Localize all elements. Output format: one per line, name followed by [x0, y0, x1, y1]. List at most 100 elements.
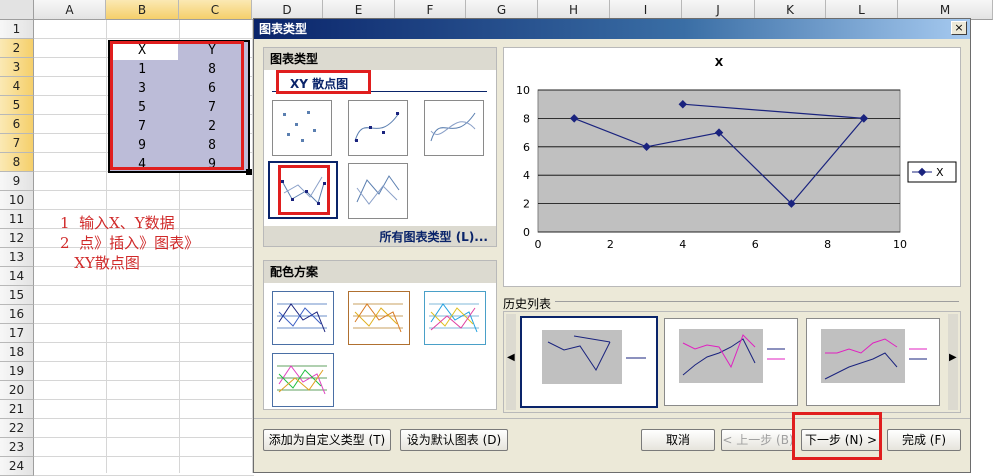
cell[interactable]: 7: [178, 98, 246, 117]
column-header-m[interactable]: M: [898, 0, 993, 20]
column-header-l[interactable]: L: [826, 0, 898, 20]
history-item-3[interactable]: [806, 318, 940, 406]
scatter-smooth-lines-icon[interactable]: [424, 100, 484, 156]
cell[interactable]: 8: [178, 136, 246, 155]
cell[interactable]: 6: [178, 79, 246, 98]
cell[interactable]: X: [108, 41, 176, 60]
cell[interactable]: 3: [108, 79, 176, 98]
cell[interactable]: 2: [178, 117, 246, 136]
cell[interactable]: 4: [108, 155, 176, 174]
grid-line-row: [34, 456, 254, 457]
x-tick-label: 10: [893, 238, 907, 251]
note-line-2: 2 点》插入》图表》: [60, 234, 200, 252]
row-header-17[interactable]: 17: [0, 324, 34, 343]
history-scroll-left[interactable]: ◀: [506, 314, 516, 410]
column-header-j[interactable]: J: [682, 0, 755, 20]
chart-preview: 0 2 4 6 8 10 0 2 4 6 8 10 X X: [516, 56, 957, 251]
chart-preview-panel: 0 2 4 6 8 10 0 2 4 6 8 10 X X: [503, 47, 961, 287]
column-header-e[interactable]: E: [323, 0, 395, 20]
select-all-corner[interactable]: [0, 0, 34, 20]
row-header-20[interactable]: 20: [0, 381, 34, 400]
cancel-button[interactable]: 取消: [641, 429, 715, 451]
scatter-lines-icon[interactable]: [348, 163, 408, 219]
row-header-16[interactable]: 16: [0, 305, 34, 324]
cell[interactable]: 1: [108, 60, 176, 79]
history-label: 历史列表: [503, 297, 552, 311]
row-header-24[interactable]: 24: [0, 457, 34, 476]
color-scheme-blue-icon[interactable]: [272, 291, 334, 345]
x-tick-label: 6: [752, 238, 759, 251]
all-chart-types-link[interactable]: 所有图表类型 (L)...: [380, 228, 488, 245]
column-header-i[interactable]: I: [610, 0, 682, 20]
scatter-small-icon: ⁝: [275, 76, 279, 87]
close-icon[interactable]: ×: [951, 21, 967, 35]
color-scheme-multi-icon[interactable]: [272, 353, 334, 407]
scatter-markers-icon[interactable]: [272, 100, 332, 156]
row-header-5[interactable]: 5: [0, 96, 34, 115]
column-header-f[interactable]: F: [395, 0, 466, 20]
row-header-23[interactable]: 23: [0, 438, 34, 457]
column-header-k[interactable]: K: [755, 0, 826, 20]
chart-type-dialog: 图表类型 × 图表类型 ⁝ XY 散点图 所有图表类型 (L)... 配色方案 …: [253, 18, 971, 473]
cell[interactable]: 5: [108, 98, 176, 117]
all-types-bar: 所有图表类型 (L)...: [264, 226, 496, 246]
arrow-right-icon: ▶: [949, 352, 957, 363]
column-header-b[interactable]: B: [106, 0, 179, 20]
column-header-c[interactable]: C: [179, 0, 252, 20]
fill-handle[interactable]: [246, 169, 252, 175]
column-header-a[interactable]: A: [34, 0, 106, 20]
cell[interactable]: 9: [178, 155, 246, 174]
row-header-15[interactable]: 15: [0, 286, 34, 305]
cell[interactable]: Y: [178, 41, 246, 60]
chart-title: X: [715, 56, 724, 69]
cell[interactable]: 7: [108, 117, 176, 136]
row-header-21[interactable]: 21: [0, 400, 34, 419]
column-header-h[interactable]: H: [538, 0, 610, 20]
grid-line-row: [34, 323, 254, 324]
row-header-4[interactable]: 4: [0, 77, 34, 96]
finish-button[interactable]: 完成 (F): [887, 429, 961, 451]
history-item-1[interactable]: [520, 316, 658, 408]
row-header-13[interactable]: 13: [0, 248, 34, 267]
row-header-8[interactable]: 8: [0, 153, 34, 172]
row-header-1[interactable]: 1: [0, 20, 34, 39]
back-button[interactable]: < 上一步 (B): [721, 429, 795, 451]
scatter-lines-markers-icon[interactable]: [268, 161, 338, 219]
row-header-12[interactable]: 12: [0, 229, 34, 248]
row-header-9[interactable]: 9: [0, 172, 34, 191]
dialog-title: 图表类型: [259, 22, 308, 36]
history-scroll-right[interactable]: ▶: [948, 314, 958, 410]
row-header-22[interactable]: 22: [0, 419, 34, 438]
set-default-chart-button[interactable]: 设为默认图表 (D): [400, 429, 508, 451]
add-custom-type-button[interactable]: 添加为自定义类型 (T): [263, 429, 391, 451]
row-header-2[interactable]: 2: [0, 39, 34, 58]
column-header-d[interactable]: D: [252, 0, 323, 20]
row-header-3[interactable]: 3: [0, 58, 34, 77]
y-tick-label: 0: [523, 226, 530, 239]
next-button[interactable]: 下一步 (N) >: [801, 429, 881, 451]
dialog-titlebar[interactable]: 图表类型: [254, 19, 970, 39]
scatter-smooth-markers-icon[interactable]: [348, 100, 408, 156]
x-tick-label: 2: [607, 238, 614, 251]
row-header-10[interactable]: 10: [0, 191, 34, 210]
color-scheme-cyan-icon[interactable]: [424, 291, 486, 345]
row-header-19[interactable]: 19: [0, 362, 34, 381]
row-header-11[interactable]: 11: [0, 210, 34, 229]
y-tick-label: 6: [523, 141, 530, 154]
row-header-6[interactable]: 6: [0, 115, 34, 134]
y-tick-label: 8: [523, 112, 530, 125]
cell[interactable]: 9: [108, 136, 176, 155]
grid-line-row: [34, 437, 254, 438]
y-tick-label: 10: [516, 84, 530, 97]
color-scheme-panel: 配色方案: [263, 260, 497, 410]
cell[interactable]: 8: [178, 60, 246, 79]
color-scheme-orange-icon[interactable]: [348, 291, 410, 345]
row-header-7[interactable]: 7: [0, 134, 34, 153]
x-tick-label: 0: [535, 238, 542, 251]
history-item-2[interactable]: [664, 318, 798, 406]
row-header-18[interactable]: 18: [0, 343, 34, 362]
grid-line-row: [34, 342, 254, 343]
column-header-g[interactable]: G: [466, 0, 538, 20]
row-header-14[interactable]: 14: [0, 267, 34, 286]
chart-type-combo[interactable]: ⁝ XY 散点图: [272, 74, 487, 92]
